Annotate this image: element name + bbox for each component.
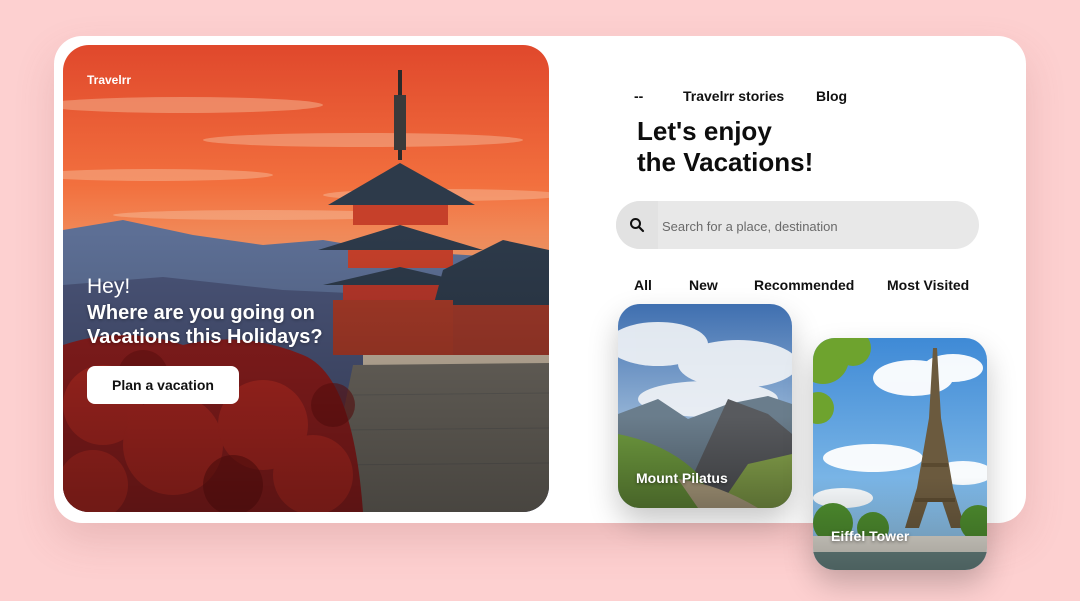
destination-name: Eiffel Tower xyxy=(831,528,910,544)
search-icon-glyph xyxy=(630,218,645,233)
hero-image xyxy=(63,45,549,512)
destination-name: Mount Pilatus xyxy=(636,470,728,486)
page-title-line-1: Let's enjoy xyxy=(637,116,772,146)
search-input[interactable] xyxy=(660,211,964,241)
tab-all[interactable]: All xyxy=(634,277,652,293)
page-title-line-2: the Vacations! xyxy=(637,147,814,177)
search-icon[interactable] xyxy=(616,201,658,249)
hero-panel: Travelrr Hey! Where are you going on Vac… xyxy=(63,45,549,512)
tab-recommended[interactable]: Recommended xyxy=(754,277,854,293)
tab-new[interactable]: New xyxy=(689,277,718,293)
page-title: Let's enjoy the Vacations! xyxy=(637,116,813,178)
nav-item-menu[interactable]: -- xyxy=(634,88,643,104)
tab-most-visited[interactable]: Most Visited xyxy=(887,277,969,293)
nav-item-blog[interactable]: Blog xyxy=(816,88,847,104)
destination-card-mount-pilatus[interactable]: Mount Pilatus xyxy=(618,304,792,508)
plan-vacation-button[interactable]: Plan a vacation xyxy=(87,366,239,404)
search-bar xyxy=(616,201,979,249)
brand-logo: Travelrr xyxy=(87,73,132,87)
destination-card-eiffel-tower[interactable]: Eiffel Tower xyxy=(813,338,987,570)
hero-greeting: Hey! xyxy=(87,275,131,298)
hero-headline: Where are you going on Vacations this Ho… xyxy=(87,302,323,348)
nav-item-stories[interactable]: Travelrr stories xyxy=(683,88,784,104)
